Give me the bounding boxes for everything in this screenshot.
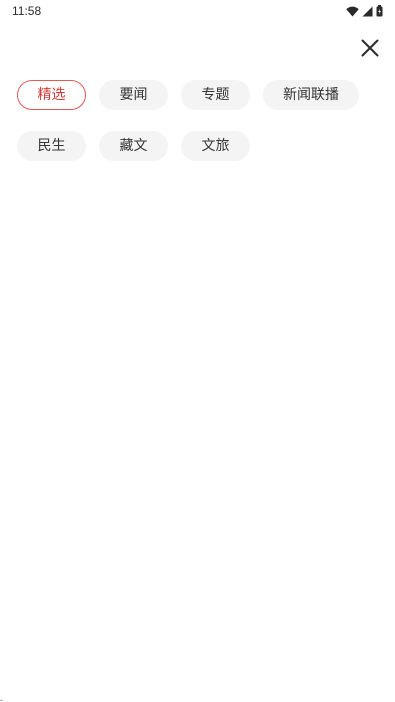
home-indicator-mark: ‸ xyxy=(0,692,3,701)
cellular-signal-icon xyxy=(362,6,373,17)
category-tag-grid: 精选 要闻 专题 新闻联播 民生 藏文 文旅 xyxy=(17,80,377,182)
status-bar: 11:58 xyxy=(0,0,395,22)
category-tag-tibetan[interactable]: 藏文 xyxy=(99,131,168,161)
category-picker-screen: 11:58 精选 要闻 专题 新闻联播 民生 藏文 文旅 ‸ xyxy=(0,0,395,702)
category-tag-news-broadcast[interactable]: 新闻联播 xyxy=(263,80,359,110)
category-tag-topics[interactable]: 专题 xyxy=(181,80,250,110)
status-time: 11:58 xyxy=(12,4,42,18)
status-icons xyxy=(346,4,383,18)
category-row-1: 精选 要闻 专题 新闻联播 xyxy=(17,80,377,110)
category-tag-livelihood[interactable]: 民生 xyxy=(17,131,86,161)
battery-icon xyxy=(376,5,383,17)
close-icon xyxy=(361,39,379,61)
category-row-2: 民生 藏文 文旅 xyxy=(17,131,377,161)
close-button[interactable] xyxy=(356,36,384,64)
category-tag-featured[interactable]: 精选 xyxy=(17,80,86,110)
wifi-icon xyxy=(346,6,359,17)
category-tag-headlines[interactable]: 要闻 xyxy=(99,80,168,110)
category-tag-culture-tourism[interactable]: 文旅 xyxy=(181,131,250,161)
